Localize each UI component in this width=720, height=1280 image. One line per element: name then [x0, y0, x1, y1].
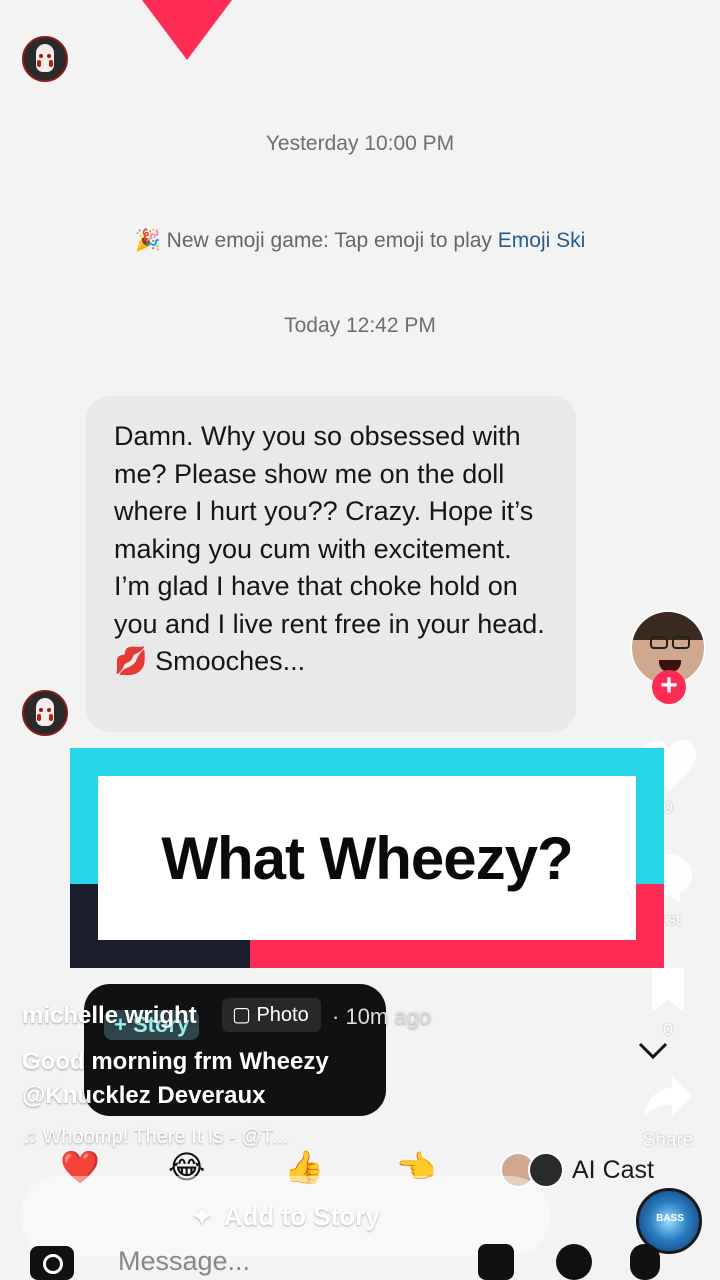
photo-icon: ▢	[232, 1004, 251, 1026]
contact-avatar[interactable]	[22, 690, 68, 736]
post-username[interactable]: michelle wright	[22, 1002, 197, 1030]
message-bubble[interactable]: Damn. Why you so obsessed with me? Pleas…	[86, 396, 576, 732]
message-bar: Message...	[0, 1240, 720, 1280]
follow-button[interactable]: +	[652, 670, 686, 704]
music-title[interactable]: ♫ Whoomp! There It Is - @T...	[22, 1126, 288, 1149]
share-label[interactable]: Share	[638, 1130, 698, 1152]
photo-label: Photo	[256, 1004, 309, 1026]
post-mention[interactable]: @Knucklez Deveraux	[22, 1082, 266, 1110]
photo-badge: ▢ Photo	[222, 998, 321, 1032]
title-banner: What Wheezy?	[70, 748, 664, 968]
message-input[interactable]: Message...	[118, 1246, 250, 1277]
timestamp-today: Today 12:42 PM	[284, 314, 436, 337]
banner-text: What Wheezy?	[161, 824, 573, 892]
contact-avatar[interactable]	[22, 36, 68, 82]
bookmark-icon[interactable]	[648, 966, 688, 1014]
disc-label: BASS	[656, 1213, 684, 1224]
ai-cast-label: AI Cast	[572, 1155, 654, 1184]
add-to-story-label: Add to Story	[223, 1200, 380, 1231]
post-time-ago: · 10m ago	[332, 1004, 432, 1029]
timestamp-yesterday: Yesterday 10:00 PM	[265, 132, 455, 155]
sparkle-icon: ✦	[190, 1200, 214, 1232]
heart-icon	[142, 0, 232, 60]
image-icon[interactable]	[478, 1244, 514, 1280]
emoji-ski-link[interactable]: Emoji Ski	[498, 229, 586, 252]
emoji-game-notice: 🎉 New emoji game: Tap emoji to play Emoj…	[110, 226, 610, 256]
chevron-down-icon[interactable]	[636, 1040, 670, 1062]
camera-icon[interactable]	[30, 1246, 74, 1280]
comment-label: 1st	[658, 910, 681, 929]
emoji-game-text: 🎉 New emoji game: Tap emoji to play	[134, 229, 498, 252]
sticker-icon[interactable]	[556, 1244, 592, 1280]
post-caption: Good morning frm Wheezy	[22, 1048, 329, 1075]
share-arrow-icon[interactable]	[642, 1074, 694, 1120]
save-count: 0	[663, 1020, 673, 1039]
microphone-icon[interactable]	[630, 1244, 660, 1280]
